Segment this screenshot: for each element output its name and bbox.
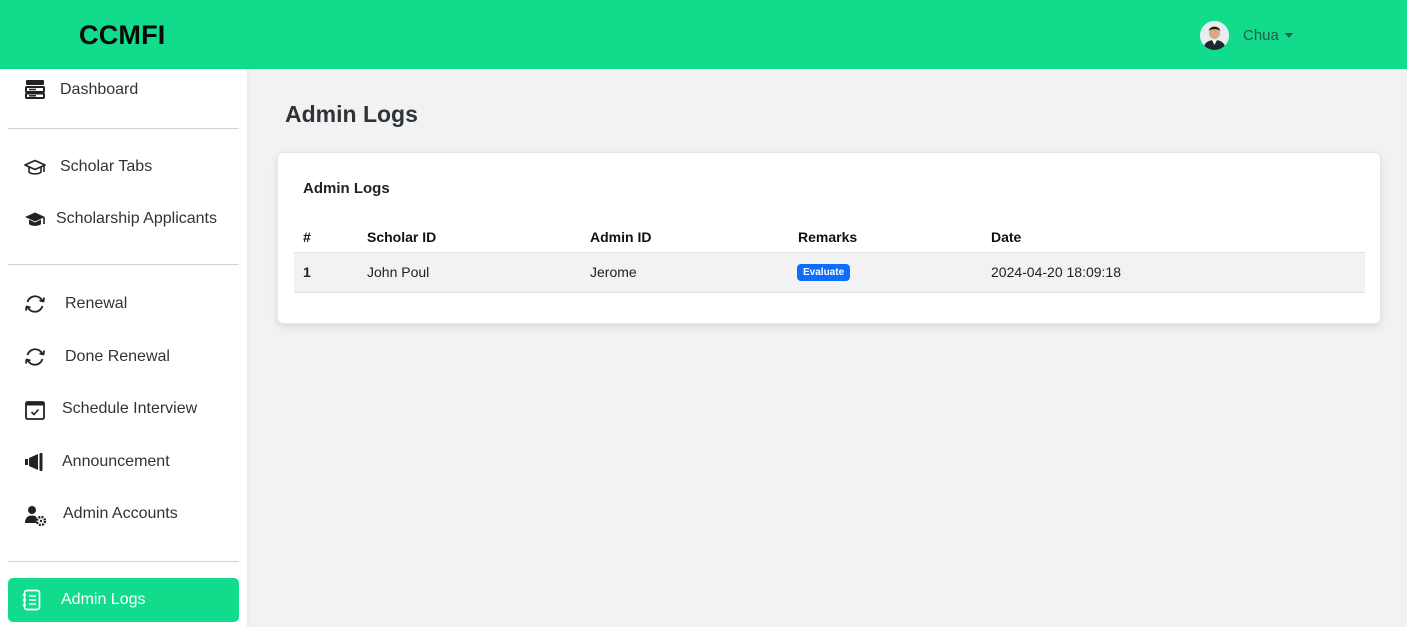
- sidebar-item-scholarship-applicants[interactable]: Scholarship Applicants: [8, 197, 239, 241]
- calendar-check-icon: [22, 397, 48, 423]
- sidebar-item-label: Scholar Tabs: [60, 158, 153, 175]
- card-title: Admin Logs: [303, 180, 390, 197]
- column-header-number: #: [303, 229, 311, 245]
- sidebar-item-label: Scholarship Applicants: [56, 210, 217, 227]
- top-navbar: CCMFI Chua: [0, 0, 1407, 69]
- sidebar-item-label: Done Renewal: [65, 348, 170, 365]
- refresh-icon: [22, 291, 48, 317]
- sidebar-divider: [8, 561, 239, 562]
- user-gear-icon: [22, 502, 48, 528]
- sidebar-item-schedule-interview[interactable]: Schedule Interview: [8, 387, 239, 431]
- date-cell: 2024-04-20 18:09:18: [991, 264, 1121, 280]
- list-icon: [19, 587, 45, 613]
- sidebar-item-done-renewal[interactable]: Done Renewal: [8, 334, 239, 378]
- row-number: 1: [303, 264, 311, 280]
- graduation-cap-outline-icon: [22, 155, 48, 181]
- page-title: Admin Logs: [285, 101, 418, 127]
- sidebar-item-label: Admin Logs: [61, 591, 146, 608]
- sidebar-item-renewal[interactable]: Renewal: [8, 281, 239, 325]
- column-header-date: Date: [991, 229, 1022, 245]
- refresh-icon: [22, 344, 48, 370]
- brand-logo[interactable]: CCMFI: [79, 20, 165, 51]
- sidebar-item-label: Announcement: [62, 453, 170, 470]
- sidebar-item-scholar-tabs[interactable]: Scholar Tabs: [8, 145, 239, 189]
- remarks-badge: Evaluate: [797, 264, 851, 281]
- megaphone-icon: [22, 449, 48, 475]
- user-menu-toggle[interactable]: Chua: [1200, 21, 1293, 50]
- admin-id-cell: Jerome: [590, 264, 637, 280]
- admin-logs-card: Admin Logs # Scholar ID Admin ID Remarks…: [277, 152, 1381, 324]
- sidebar-item-announcement[interactable]: Announcement: [8, 440, 239, 484]
- table-header: # Scholar ID Admin ID Remarks Date: [294, 221, 1365, 253]
- table-row: 1 John Poul Jerome Evaluate 2024-04-20 1…: [294, 253, 1365, 293]
- column-header-remarks: Remarks: [798, 229, 858, 245]
- graduation-cap-icon: [22, 207, 48, 233]
- sidebar-item-label: Renewal: [65, 295, 128, 312]
- sidebar-item-admin-accounts[interactable]: Admin Accounts: [8, 492, 239, 536]
- column-header-scholar-id: Scholar ID: [367, 229, 437, 245]
- scholar-id-cell: John Poul: [367, 264, 430, 280]
- sidebar-item-label: Schedule Interview: [62, 400, 198, 417]
- chevron-down-icon: [1284, 33, 1293, 38]
- sidebar-item-admin-logs[interactable]: Admin Logs: [8, 578, 239, 622]
- sidebar: Dashboard Scholar Tabs Scholarship Appli…: [0, 69, 247, 627]
- sidebar-divider: [8, 128, 239, 129]
- sidebar-item-label: Admin Accounts: [63, 505, 178, 522]
- avatar: [1200, 21, 1229, 50]
- user-name: Chua: [1243, 27, 1279, 44]
- sidebar-item-dashboard[interactable]: Dashboard: [8, 69, 239, 113]
- column-header-admin-id: Admin ID: [590, 229, 652, 245]
- sidebar-item-label: Dashboard: [60, 81, 139, 98]
- sidebar-divider: [8, 264, 239, 265]
- dashboard-icon: [22, 76, 48, 102]
